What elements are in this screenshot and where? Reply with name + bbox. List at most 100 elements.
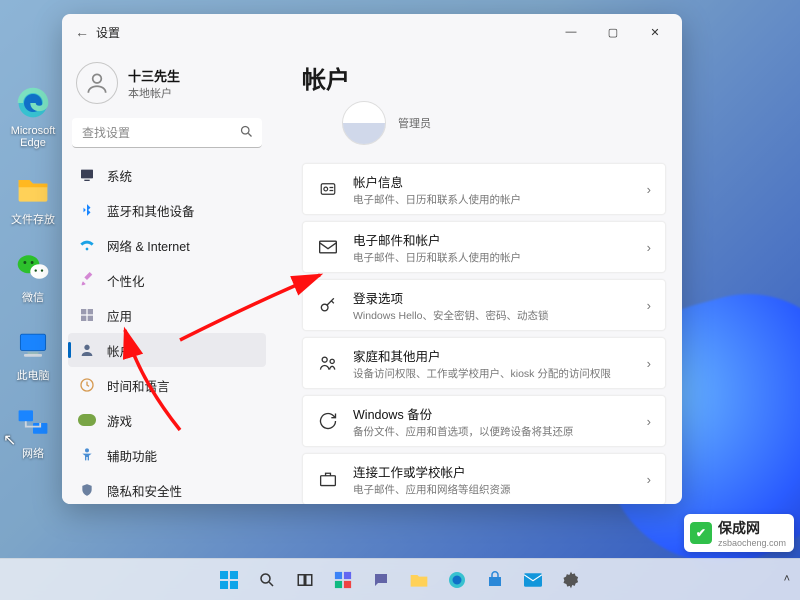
start-button[interactable] [212, 563, 246, 597]
desktop-icon-label: Microsoft Edge [8, 125, 58, 149]
edge-icon [15, 85, 51, 121]
card-info[interactable]: 帐户信息电子邮件、日历和联系人使用的帐户› [302, 163, 666, 215]
mail-taskbar[interactable] [516, 563, 550, 597]
network-icon [15, 405, 51, 441]
taskbar-search[interactable] [250, 563, 284, 597]
close-button[interactable]: ✕ [634, 17, 676, 47]
user-block[interactable]: 十三先生 本地帐户 [68, 54, 266, 118]
access-icon [78, 446, 96, 464]
sidebar-item-accessibility[interactable]: 辅助功能 [68, 438, 266, 472]
page-heading: 帐户 [302, 60, 666, 95]
nav-label: 游戏 [107, 411, 132, 430]
chevron-right-icon: › [647, 472, 651, 487]
widgets[interactable] [326, 563, 360, 597]
task-view[interactable] [288, 563, 322, 597]
folder-icon [15, 171, 51, 207]
card-subtitle: 电子邮件、应用和网络等组织资源 [353, 482, 647, 497]
card-subtitle: 电子邮件、日历和联系人使用的帐户 [353, 250, 647, 265]
card-subtitle: 电子邮件、日历和联系人使用的帐户 [353, 192, 647, 207]
chevron-right-icon: › [647, 414, 651, 429]
sidebar-item-system[interactable]: 系统 [68, 158, 266, 192]
store[interactable] [478, 563, 512, 597]
maximize-button[interactable]: ▢ [592, 17, 634, 47]
desktop-icon-label: 网络 [22, 445, 44, 461]
watermark-badge: ✔ 保成网 zsbaocheng.com [684, 514, 794, 552]
nav-label: 隐私和安全性 [107, 481, 182, 500]
desktop-icon-wechat[interactable]: 微信 [8, 249, 58, 305]
clock-icon [78, 376, 96, 394]
desktop-icon-label: 微信 [22, 289, 44, 305]
window-title: 设置 [96, 24, 120, 41]
edge-taskbar[interactable] [440, 563, 474, 597]
titlebar: ← 设置 — ▢ ✕ [62, 14, 682, 50]
shield-icon: ✔ [690, 522, 712, 544]
settings-taskbar[interactable] [554, 563, 588, 597]
nav-label: 个性化 [107, 271, 145, 290]
sidebar-item-apps[interactable]: 应用 [68, 298, 266, 332]
bluetooth-icon [78, 201, 96, 219]
sidebar-item-accounts[interactable]: 帐户 [68, 333, 266, 367]
search-wrap [72, 118, 262, 148]
sidebar-item-personalize[interactable]: 个性化 [68, 263, 266, 297]
desktop-icon-label: 此电脑 [17, 367, 50, 383]
card-title: 连接工作或学校帐户 [353, 462, 647, 481]
admin-row: 管理员 [302, 101, 666, 145]
card-work[interactable]: 连接工作或学校帐户电子邮件、应用和网络等组织资源› [302, 453, 666, 504]
briefcase-icon [317, 468, 339, 490]
sidebar-item-network[interactable]: 网络 & Internet [68, 228, 266, 262]
settings-cards: 帐户信息电子邮件、日历和联系人使用的帐户›电子邮件和帐户电子邮件、日历和联系人使… [302, 163, 666, 504]
desktop-icon-this-pc[interactable]: 此电脑 [8, 327, 58, 383]
chat[interactable] [364, 563, 398, 597]
desktop-icon-label: 文件存放 [11, 211, 55, 227]
family-icon [317, 352, 339, 374]
chevron-right-icon: › [647, 298, 651, 313]
mail-icon [317, 236, 339, 258]
watermark-site: 保成网 [718, 520, 760, 536]
desktop-icons-column: Microsoft Edge 文件存放 微信 此电脑 网络 [8, 85, 58, 461]
sidebar-item-time[interactable]: 时间和语言 [68, 368, 266, 402]
card-signin[interactable]: 登录选项Windows Hello、安全密钥、密码、动态锁› [302, 279, 666, 331]
card-subtitle: 设备访问权限、工作或学校用户、kiosk 分配的访问权限 [353, 366, 647, 381]
wifi-icon [78, 236, 96, 254]
settings-window: ← 设置 — ▢ ✕ 十三先生 本地帐户 系统蓝牙和其他设备网 [62, 14, 682, 504]
sidebar-item-bluetooth[interactable]: 蓝牙和其他设备 [68, 193, 266, 227]
card-family[interactable]: 家庭和其他用户设备访问权限、工作或学校用户、kiosk 分配的访问权限› [302, 337, 666, 389]
monitor-icon [15, 327, 51, 363]
nav-list: 系统蓝牙和其他设备网络 & Internet 个性化应用帐户时间和语言游戏辅助功能… [68, 158, 266, 504]
nav-label: 帐户 [107, 341, 132, 360]
chevron-right-icon: › [647, 182, 651, 197]
nav-label: 应用 [107, 306, 132, 325]
chevron-right-icon: › [647, 240, 651, 255]
user-type: 本地帐户 [128, 85, 180, 101]
shield-icon [78, 481, 96, 499]
search-input[interactable] [72, 118, 262, 148]
game-icon [78, 411, 96, 429]
desktop-icon-network[interactable]: 网络 [8, 405, 58, 461]
desktop-icon-edge[interactable]: Microsoft Edge [8, 85, 58, 149]
brush-icon [78, 271, 96, 289]
user-name: 十三先生 [128, 66, 180, 85]
card-title: Windows 备份 [353, 404, 647, 423]
apps-icon [78, 306, 96, 324]
file-explorer[interactable] [402, 563, 436, 597]
system-tray[interactable]: ˄ [784, 558, 790, 600]
sidebar: 十三先生 本地帐户 系统蓝牙和其他设备网络 & Internet 个性化应用帐户时… [62, 50, 272, 504]
back-button[interactable]: ← [68, 24, 96, 40]
backup-icon [317, 410, 339, 432]
card-title: 登录选项 [353, 288, 647, 307]
card-title: 帐户信息 [353, 172, 647, 191]
admin-label: 管理员 [398, 115, 431, 131]
search-icon [239, 124, 254, 144]
sidebar-item-privacy[interactable]: 隐私和安全性 [68, 473, 266, 504]
card-backup[interactable]: Windows 备份备份文件、应用和首选项，以便跨设备将其还原› [302, 395, 666, 447]
desktop-icon-folder[interactable]: 文件存放 [8, 171, 58, 227]
chevron-right-icon: › [647, 356, 651, 371]
card-title: 家庭和其他用户 [353, 346, 647, 365]
nav-label: 蓝牙和其他设备 [107, 201, 195, 220]
minimize-button[interactable]: — [550, 17, 592, 47]
card-title: 电子邮件和帐户 [353, 230, 647, 249]
system-icon [78, 166, 96, 184]
sidebar-item-gaming[interactable]: 游戏 [68, 403, 266, 437]
card-email[interactable]: 电子邮件和帐户电子邮件、日历和联系人使用的帐户› [302, 221, 666, 273]
tray-chevron-icon: ˄ [784, 573, 790, 585]
